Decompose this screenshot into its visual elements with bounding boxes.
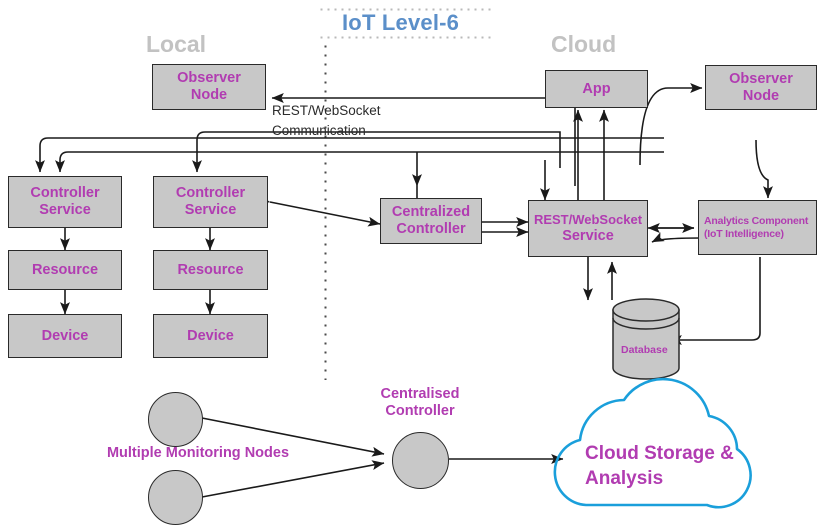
local-observer-node-line2: Node — [190, 87, 228, 103]
local-cloud-divider — [324, 42, 327, 380]
local-controller-service-2-line1: Controller — [175, 185, 246, 202]
local-resource-1[interactable]: Resource — [8, 250, 122, 290]
diagram-canvas: IoT Level-6 Local Cloud REST/WebSocket C… — [0, 0, 829, 525]
centralized-controller-line2: Controller — [396, 221, 466, 237]
rest-websocket-service-line1: REST/WebSocket — [533, 211, 643, 227]
local-controller-service-1-line2: Service — [39, 202, 91, 218]
local-observer-node-line1: Observer — [177, 70, 241, 87]
local-controller-service-2-line2: Service — [184, 202, 237, 218]
centralised-controller-label-line1: Centralised — [380, 386, 460, 402]
centralized-controller[interactable]: Centralized Controller — [380, 198, 482, 244]
analytics-component-line2: (IoT Intelligence) — [704, 227, 784, 240]
local-observer-node[interactable]: Observer Node — [152, 64, 266, 110]
centralised-controller-label-line2: Controller — [385, 403, 455, 420]
cloud-storage-label: Cloud Storage & Analysis — [585, 442, 755, 491]
cloud-observer-node[interactable]: Observer Node — [705, 65, 817, 110]
zone-header-cloud: Cloud — [551, 31, 617, 57]
database-label: Database — [621, 344, 668, 356]
diagram-title: IoT Level-6 — [342, 10, 460, 35]
cloud-storage-label-line1: Cloud Storage — [585, 443, 715, 464]
local-device-2[interactable]: Device — [153, 314, 268, 358]
analytics-component[interactable]: Analytics Component (IoT Intelligence) — [698, 200, 817, 255]
communication-line-2: Communication — [272, 122, 366, 138]
monitoring-nodes-label: Multiple Monitoring Nodes — [106, 445, 290, 461]
local-controller-service-2[interactable]: Controller Service — [153, 176, 268, 228]
cloud-observer-node-line1: Observer — [729, 70, 793, 87]
monitoring-node-2[interactable] — [148, 470, 203, 525]
monitoring-node-1[interactable] — [148, 392, 203, 447]
cloud-observer-node-line2: Node — [742, 87, 780, 104]
cloud-app[interactable]: App — [545, 70, 648, 108]
local-controller-service-1[interactable]: Controller Service — [8, 176, 122, 228]
centralized-controller-line1: Centralized — [391, 204, 471, 221]
communication-annotation: REST/WebSocket Communication — [272, 101, 381, 140]
zone-header-local: Local — [146, 31, 207, 57]
centralised-controller-node[interactable] — [392, 432, 449, 489]
local-controller-service-1-line1: Controller — [30, 185, 100, 202]
rest-websocket-service[interactable]: REST/WebSocket Service — [528, 200, 648, 257]
centralised-controller-label: Centralised Controller — [358, 386, 482, 421]
local-device-1[interactable]: Device — [8, 314, 122, 358]
communication-line-1: REST/WebSocket — [272, 103, 381, 118]
analytics-component-line1: Analytics Component — [704, 215, 809, 228]
rest-websocket-service-line2: Service — [562, 227, 614, 244]
title-dotted-rule-bottom — [318, 36, 492, 39]
local-resource-2[interactable]: Resource — [153, 250, 268, 290]
